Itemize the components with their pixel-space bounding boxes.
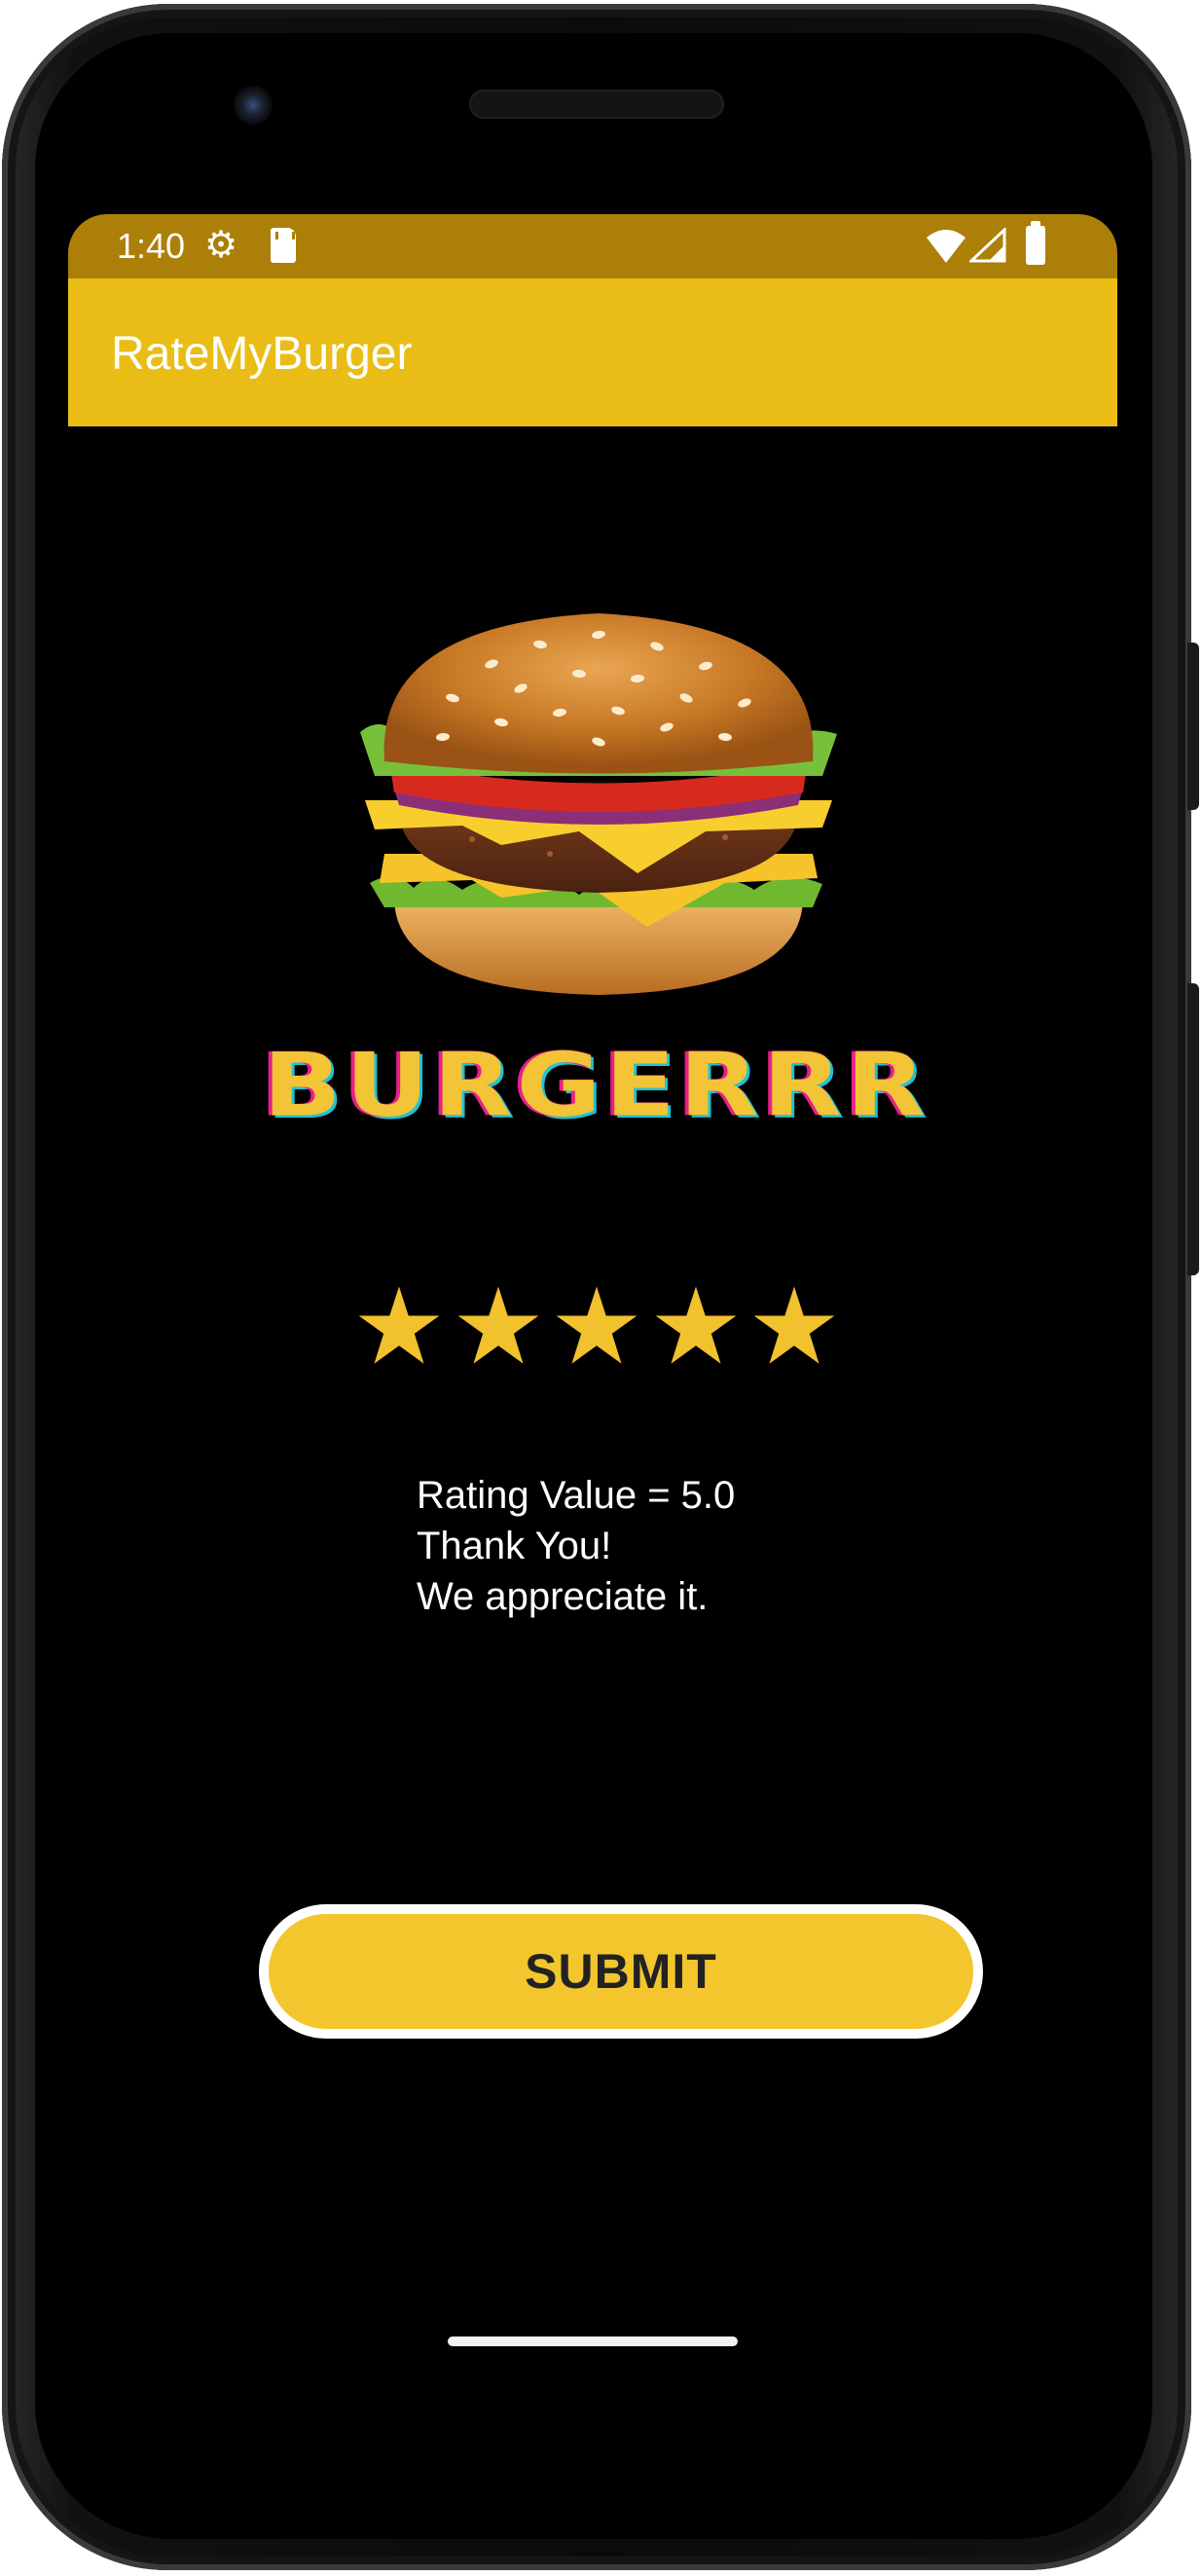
power-button (1187, 643, 1199, 810)
app-screen: 1:40 ⚙ RateMyBurger BURGERRR Rating Valu… (68, 214, 1117, 2492)
sd-card-icon (271, 228, 296, 263)
burger-image (360, 613, 837, 995)
rating-value-text: Rating Value = 5.0 (417, 1474, 736, 1517)
earpiece-speaker (469, 90, 724, 119)
rating-bar[interactable] (356, 1283, 837, 1375)
logo-text: BURGERRR (263, 1034, 929, 1136)
burgerrr-logo: BURGERRR (263, 1032, 926, 1139)
star-icon[interactable] (751, 1283, 837, 1369)
app-title: RateMyBurger (111, 328, 413, 380)
star-icon[interactable] (455, 1283, 541, 1369)
settings-gear-icon: ⚙ (204, 225, 238, 266)
submit-button[interactable]: SUBMIT (259, 1904, 983, 2039)
thank-you-text: Thank You! (417, 1525, 612, 1567)
wifi-icon (927, 230, 965, 263)
star-icon[interactable] (653, 1283, 739, 1369)
star-icon[interactable] (554, 1283, 639, 1369)
home-indicator[interactable] (448, 2337, 738, 2346)
cell-signal-icon (969, 228, 1006, 263)
status-time: 1:40 (117, 226, 186, 266)
volume-button (1187, 983, 1199, 1275)
appreciation-text: We appreciate it. (417, 1575, 709, 1618)
front-camera (234, 86, 273, 125)
app-bar: RateMyBurger (68, 278, 1117, 426)
star-icon[interactable] (356, 1283, 442, 1369)
rating-message: Rating Value = 5.0 Thank You! We appreci… (417, 1470, 735, 1622)
status-bar: 1:40 ⚙ (68, 214, 1117, 278)
battery-icon (1026, 221, 1045, 265)
